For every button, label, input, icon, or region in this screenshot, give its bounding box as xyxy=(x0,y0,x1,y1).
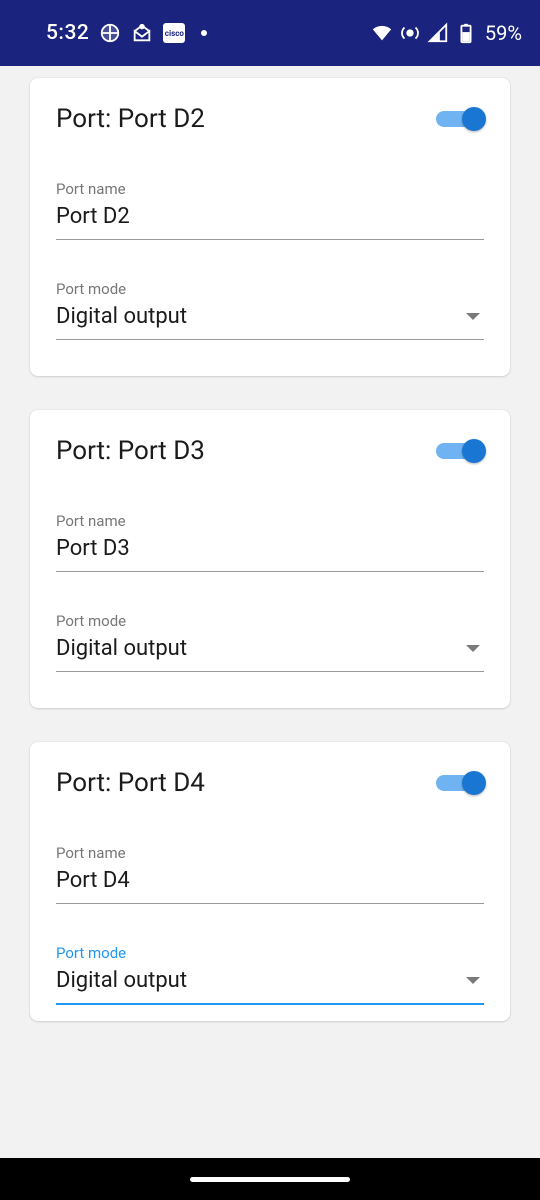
port-mode-field[interactable]: Port mode Digital output xyxy=(56,612,484,672)
port-mode-select[interactable]: Digital output xyxy=(56,968,187,993)
port-mode-select[interactable]: Digital output xyxy=(56,304,187,329)
port-name-input[interactable]: Port D3 xyxy=(56,536,130,561)
port-name-field[interactable]: Port name Port D3 xyxy=(56,512,484,572)
port-mode-field[interactable]: Port mode Digital output xyxy=(56,280,484,340)
chevron-down-icon xyxy=(466,977,480,984)
field-label: Port mode xyxy=(56,280,484,298)
field-label: Port name xyxy=(56,844,484,862)
status-left: 5:32 cisco xyxy=(46,21,207,45)
home-gesture-pill[interactable] xyxy=(190,1177,350,1182)
status-bar: 5:32 cisco xyxy=(0,0,540,66)
content-scroll[interactable]: Port: Port D2 Port name Port D2 Port mod… xyxy=(0,66,540,1158)
port-toggle[interactable] xyxy=(436,438,484,464)
field-label: Port mode xyxy=(56,612,484,630)
chevron-down-icon xyxy=(466,313,480,320)
port-title: Port: Port D4 xyxy=(56,768,205,798)
port-card: Port: Port D4 Port name Port D4 Port mod… xyxy=(30,742,510,1021)
pinwheel-icon xyxy=(99,22,121,44)
battery-percent: 59% xyxy=(485,21,522,45)
port-toggle[interactable] xyxy=(436,770,484,796)
android-nav-bar[interactable] xyxy=(0,1158,540,1200)
envelope-icon xyxy=(131,22,153,44)
field-label: Port name xyxy=(56,512,484,530)
port-name-input[interactable]: Port D4 xyxy=(56,868,130,893)
port-mode-field[interactable]: Port mode Digital output xyxy=(56,944,484,1005)
port-name-field[interactable]: Port name Port D2 xyxy=(56,180,484,240)
port-title: Port: Port D2 xyxy=(56,104,205,134)
chevron-down-icon xyxy=(466,645,480,652)
more-notifications-dot xyxy=(201,30,207,36)
signal-icon xyxy=(427,22,449,44)
port-name-field[interactable]: Port name Port D4 xyxy=(56,844,484,904)
app-badge: cisco xyxy=(163,23,185,43)
clock: 5:32 xyxy=(46,21,89,45)
battery-icon xyxy=(455,22,477,44)
port-card: Port: Port D3 Port name Port D3 Port mod… xyxy=(30,410,510,708)
port-toggle[interactable] xyxy=(436,106,484,132)
port-mode-select[interactable]: Digital output xyxy=(56,636,187,661)
field-label: Port name xyxy=(56,180,484,198)
wifi-icon xyxy=(371,22,393,44)
status-right: 59% xyxy=(371,21,522,45)
port-card: Port: Port D2 Port name Port D2 Port mod… xyxy=(30,78,510,376)
field-label: Port mode xyxy=(56,944,484,962)
port-title: Port: Port D3 xyxy=(56,436,205,466)
hotspot-icon xyxy=(399,22,421,44)
port-name-input[interactable]: Port D2 xyxy=(56,204,130,229)
